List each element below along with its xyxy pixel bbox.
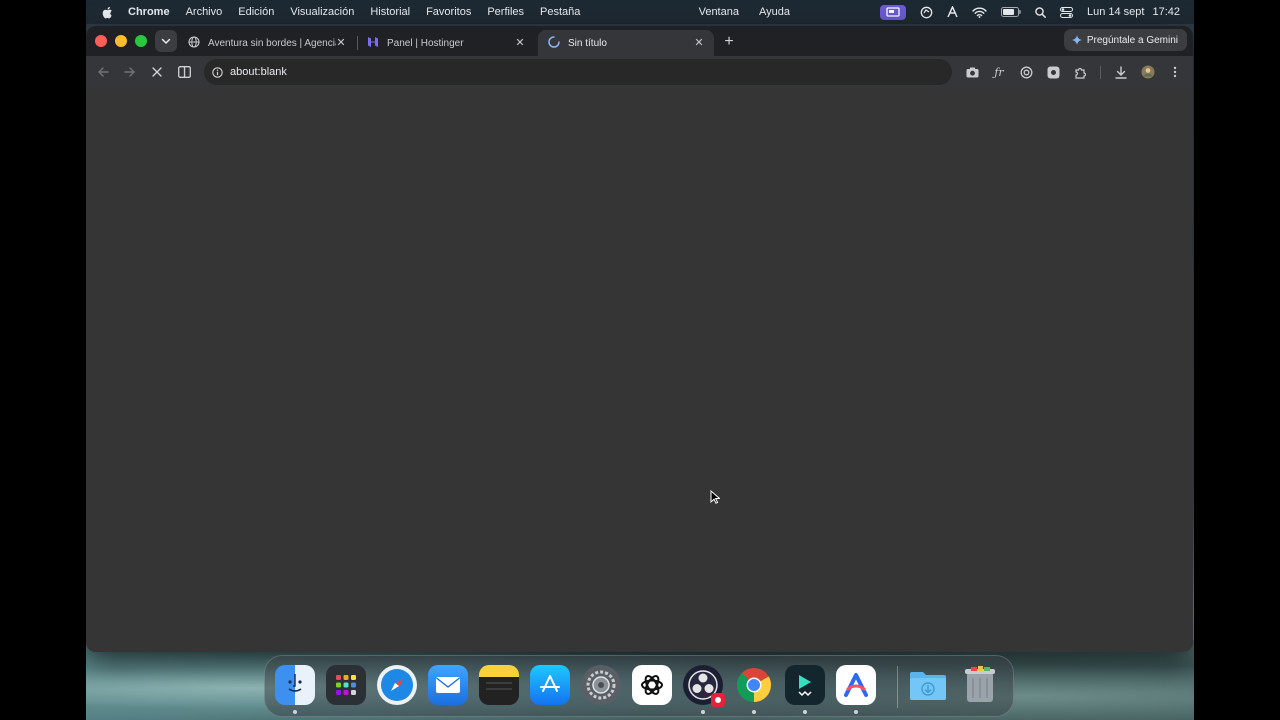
tab-hostinger[interactable]: Panel | Hostinger ✕ bbox=[357, 30, 535, 56]
side-panel-icon bbox=[177, 66, 191, 78]
launchpad-icon[interactable] bbox=[326, 665, 366, 705]
mouse-cursor-icon bbox=[710, 489, 721, 509]
arc-app-icon[interactable] bbox=[836, 665, 876, 705]
menu-archivo[interactable]: Archivo bbox=[186, 6, 223, 18]
new-tab-button[interactable]: + bbox=[719, 32, 739, 52]
desktop: Chrome Archivo Edición Visualización His… bbox=[86, 0, 1194, 720]
dock-running-indicator bbox=[803, 710, 807, 714]
window-minimize-button[interactable] bbox=[115, 35, 127, 47]
menu-bar: Chrome Archivo Edición Visualización His… bbox=[86, 0, 1194, 24]
window-close-button[interactable] bbox=[95, 35, 107, 47]
clock-time: 17:42 bbox=[1152, 6, 1180, 18]
chevron-down-icon bbox=[161, 38, 171, 44]
download-icon[interactable] bbox=[1113, 64, 1129, 80]
dock-running-indicator bbox=[701, 710, 705, 714]
chrome-icon[interactable] bbox=[734, 665, 774, 705]
menu-ventana[interactable]: Ventana bbox=[699, 6, 739, 18]
tab-aventura[interactable]: Aventura sin bordes | Agencia ✕ bbox=[178, 30, 356, 56]
trash-icon[interactable] bbox=[960, 665, 1000, 705]
window-maximize-button[interactable] bbox=[135, 35, 147, 47]
chatgpt-icon[interactable] bbox=[632, 665, 672, 705]
menu-bar-right: Ventana Ayuda Lun 14 sept 17:42 bbox=[679, 0, 1180, 24]
site-info-icon[interactable] bbox=[211, 66, 223, 78]
filmora-icon[interactable] bbox=[785, 665, 825, 705]
globe-icon bbox=[188, 35, 200, 51]
spotlight-search-icon[interactable] bbox=[1035, 6, 1046, 18]
menu-visualizacion[interactable]: Visualización bbox=[290, 6, 354, 18]
close-icon bbox=[152, 67, 162, 77]
tab-close-icon[interactable]: ✕ bbox=[692, 35, 706, 49]
menu-ayuda[interactable]: Ayuda bbox=[759, 6, 790, 18]
tab-close-icon[interactable]: ✕ bbox=[513, 35, 527, 49]
arrow-right-icon bbox=[124, 67, 135, 77]
address-bar-url[interactable]: about:blank bbox=[230, 66, 287, 78]
stop-loading-button[interactable] bbox=[149, 64, 165, 80]
menu-bar-clock[interactable]: Lun 14 sept 17:42 bbox=[1087, 6, 1180, 18]
obs-icon[interactable] bbox=[683, 665, 725, 707]
arc-icon[interactable] bbox=[947, 6, 958, 18]
mail-icon[interactable] bbox=[428, 665, 468, 705]
profile-avatar-icon[interactable] bbox=[1140, 64, 1156, 80]
safari-icon[interactable] bbox=[377, 665, 417, 705]
loading-spinner-icon bbox=[548, 35, 560, 51]
tab-title: Panel | Hostinger bbox=[387, 37, 464, 49]
apple-menu-icon[interactable] bbox=[100, 6, 114, 19]
tab-title: Sin título bbox=[568, 37, 607, 49]
extensions-icon[interactable] bbox=[1072, 64, 1088, 80]
menu-edicion[interactable]: Edición bbox=[238, 6, 274, 18]
chrome-window: Aventura sin bordes | Agencia ✕ Panel | … bbox=[86, 26, 1193, 652]
back-button[interactable] bbox=[95, 64, 111, 80]
side-panel-button[interactable] bbox=[176, 64, 192, 80]
tab-sin-titulo[interactable]: Sin título ✕ bbox=[538, 30, 714, 56]
menu-app-name[interactable]: Chrome bbox=[128, 6, 170, 18]
dock-running-indicator bbox=[752, 710, 756, 714]
menu-perfiles[interactable]: Perfiles bbox=[487, 6, 524, 18]
tab-search-button[interactable] bbox=[155, 30, 177, 52]
tab-title: Aventura sin bordes | Agencia bbox=[208, 37, 336, 49]
camera-icon[interactable] bbox=[964, 64, 980, 80]
wifi-icon[interactable] bbox=[972, 7, 987, 18]
menu-historial[interactable]: Historial bbox=[370, 6, 410, 18]
recording-badge-icon bbox=[711, 693, 725, 707]
tab-close-icon[interactable]: ✕ bbox=[334, 35, 348, 49]
menu-favoritos[interactable]: Favoritos bbox=[426, 6, 471, 18]
dock-separator bbox=[897, 666, 898, 708]
arrow-left-icon bbox=[98, 67, 109, 77]
dock bbox=[264, 655, 1014, 717]
control-center-icon[interactable] bbox=[1059, 6, 1073, 18]
plus-icon: + bbox=[724, 33, 734, 50]
focus-icon[interactable] bbox=[920, 6, 933, 19]
window-controls bbox=[95, 35, 147, 47]
downloads-folder-icon[interactable] bbox=[908, 665, 948, 705]
gemini-sparkle-icon bbox=[1071, 35, 1082, 45]
font-icon[interactable]: ƒr bbox=[991, 64, 1007, 80]
address-bar[interactable]: about:blank bbox=[204, 59, 952, 85]
toolbar-divider bbox=[1100, 66, 1101, 79]
system-settings-icon[interactable] bbox=[581, 665, 621, 705]
tab-strip: Aventura sin bordes | Agencia ✕ Panel | … bbox=[86, 26, 1193, 56]
gemini-button[interactable]: Pregúntale a Gemini bbox=[1063, 29, 1187, 51]
dock-running-indicator bbox=[293, 710, 297, 714]
clock-date: Lun 14 sept bbox=[1086, 6, 1145, 18]
app-store-icon[interactable] bbox=[530, 665, 570, 705]
screen-mirror-icon[interactable] bbox=[879, 4, 906, 20]
dock-running-indicator bbox=[854, 710, 858, 714]
battery-icon[interactable] bbox=[1000, 7, 1021, 17]
browser-toolbar: about:blank ƒr bbox=[86, 56, 1193, 88]
notes-icon[interactable] bbox=[479, 665, 519, 705]
page-content[interactable] bbox=[86, 88, 1193, 652]
menu-pestana[interactable]: Pestaña bbox=[540, 6, 580, 18]
openai-extension-icon[interactable] bbox=[1018, 64, 1034, 80]
gemini-button-label: Pregúntale a Gemini bbox=[1086, 34, 1178, 46]
menu-kebab-icon[interactable] bbox=[1167, 64, 1183, 80]
forward-button[interactable] bbox=[122, 64, 138, 80]
hostinger-icon bbox=[367, 36, 379, 51]
finder-icon[interactable] bbox=[275, 665, 315, 705]
record-extension-icon[interactable] bbox=[1045, 64, 1061, 80]
